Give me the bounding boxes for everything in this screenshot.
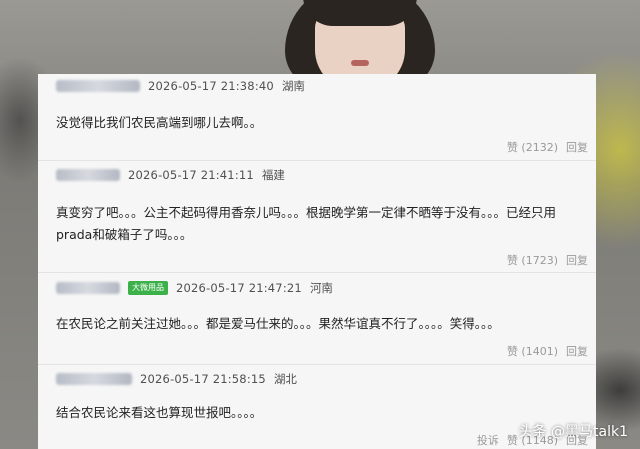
username-blurred[interactable]	[56, 80, 140, 92]
comment-actions: 赞 (2132) 回复	[507, 139, 588, 155]
like-count: (1401)	[521, 345, 558, 358]
like-button[interactable]: 赞 (1401)	[507, 343, 558, 359]
like-label: 赞	[506, 254, 518, 267]
like-button[interactable]: 赞 (2132)	[507, 139, 558, 155]
comment-timestamp: 2026-05-17 21:47:21	[176, 281, 302, 295]
like-label: 赞	[506, 434, 518, 447]
divider	[38, 364, 596, 365]
comment-actions: 赞 (1401) 回复	[507, 343, 588, 359]
like-label: 赞	[506, 141, 518, 154]
comment-location: 河南	[309, 281, 333, 295]
comment-meta: 大微用品 2026-05-17 21:47:21 河南	[56, 278, 333, 298]
reply-button[interactable]: 回复	[566, 252, 588, 268]
comment-actions: 赞 (1723) 回复	[507, 252, 588, 268]
username-blurred[interactable]	[56, 169, 120, 181]
like-label: 赞	[506, 345, 518, 358]
comment-location: 福建	[261, 168, 285, 182]
comment-timestamp: 2026-05-17 21:38:40	[148, 79, 274, 93]
comment-text: 没觉得比我们农民高端到哪儿去啊。。	[56, 115, 263, 130]
reply-button[interactable]: 回复	[566, 139, 588, 155]
watermark: 头条 @黑马talk1	[518, 424, 628, 440]
reply-button[interactable]: 回复	[566, 343, 588, 359]
comment-meta: 2026-05-17 21:38:40 湖南	[56, 76, 305, 96]
comment-location: 湖北	[273, 372, 297, 386]
username-blurred[interactable]	[56, 282, 120, 294]
divider	[38, 272, 596, 273]
like-count: (1723)	[521, 254, 558, 267]
comment-text: 结合农民论来看这也算现世报吧。。。。	[56, 405, 263, 420]
comment-meta: 2026-05-17 21:58:15 湖北	[56, 369, 297, 389]
like-count: (2132)	[521, 141, 558, 154]
user-badge: 大微用品	[128, 281, 168, 295]
comment-text: 在农民论之前关注过她。。。都是爱马仕来的。。。果然华谊真不行了。。。。笑得。。。	[56, 316, 500, 331]
comment-text: 真变穷了吧。。。公主不起码得用香奈儿吗。。。根据晚学第一定律不晒等于没有。。。已…	[56, 205, 557, 242]
comment-meta: 2026-05-17 21:41:11 福建	[56, 165, 285, 185]
comment-panel: 2026-05-17 21:38:40 湖南 没觉得比我们农民高端到哪儿去啊。。…	[38, 74, 596, 449]
username-blurred[interactable]	[56, 373, 132, 385]
like-button[interactable]: 赞 (1723)	[507, 252, 558, 268]
report-button[interactable]: 投诉	[477, 432, 499, 448]
comment-timestamp: 2026-05-17 21:58:15	[140, 372, 266, 386]
divider	[38, 160, 596, 161]
comment-timestamp: 2026-05-17 21:41:11	[128, 168, 254, 182]
comment-location: 湖南	[281, 79, 305, 93]
